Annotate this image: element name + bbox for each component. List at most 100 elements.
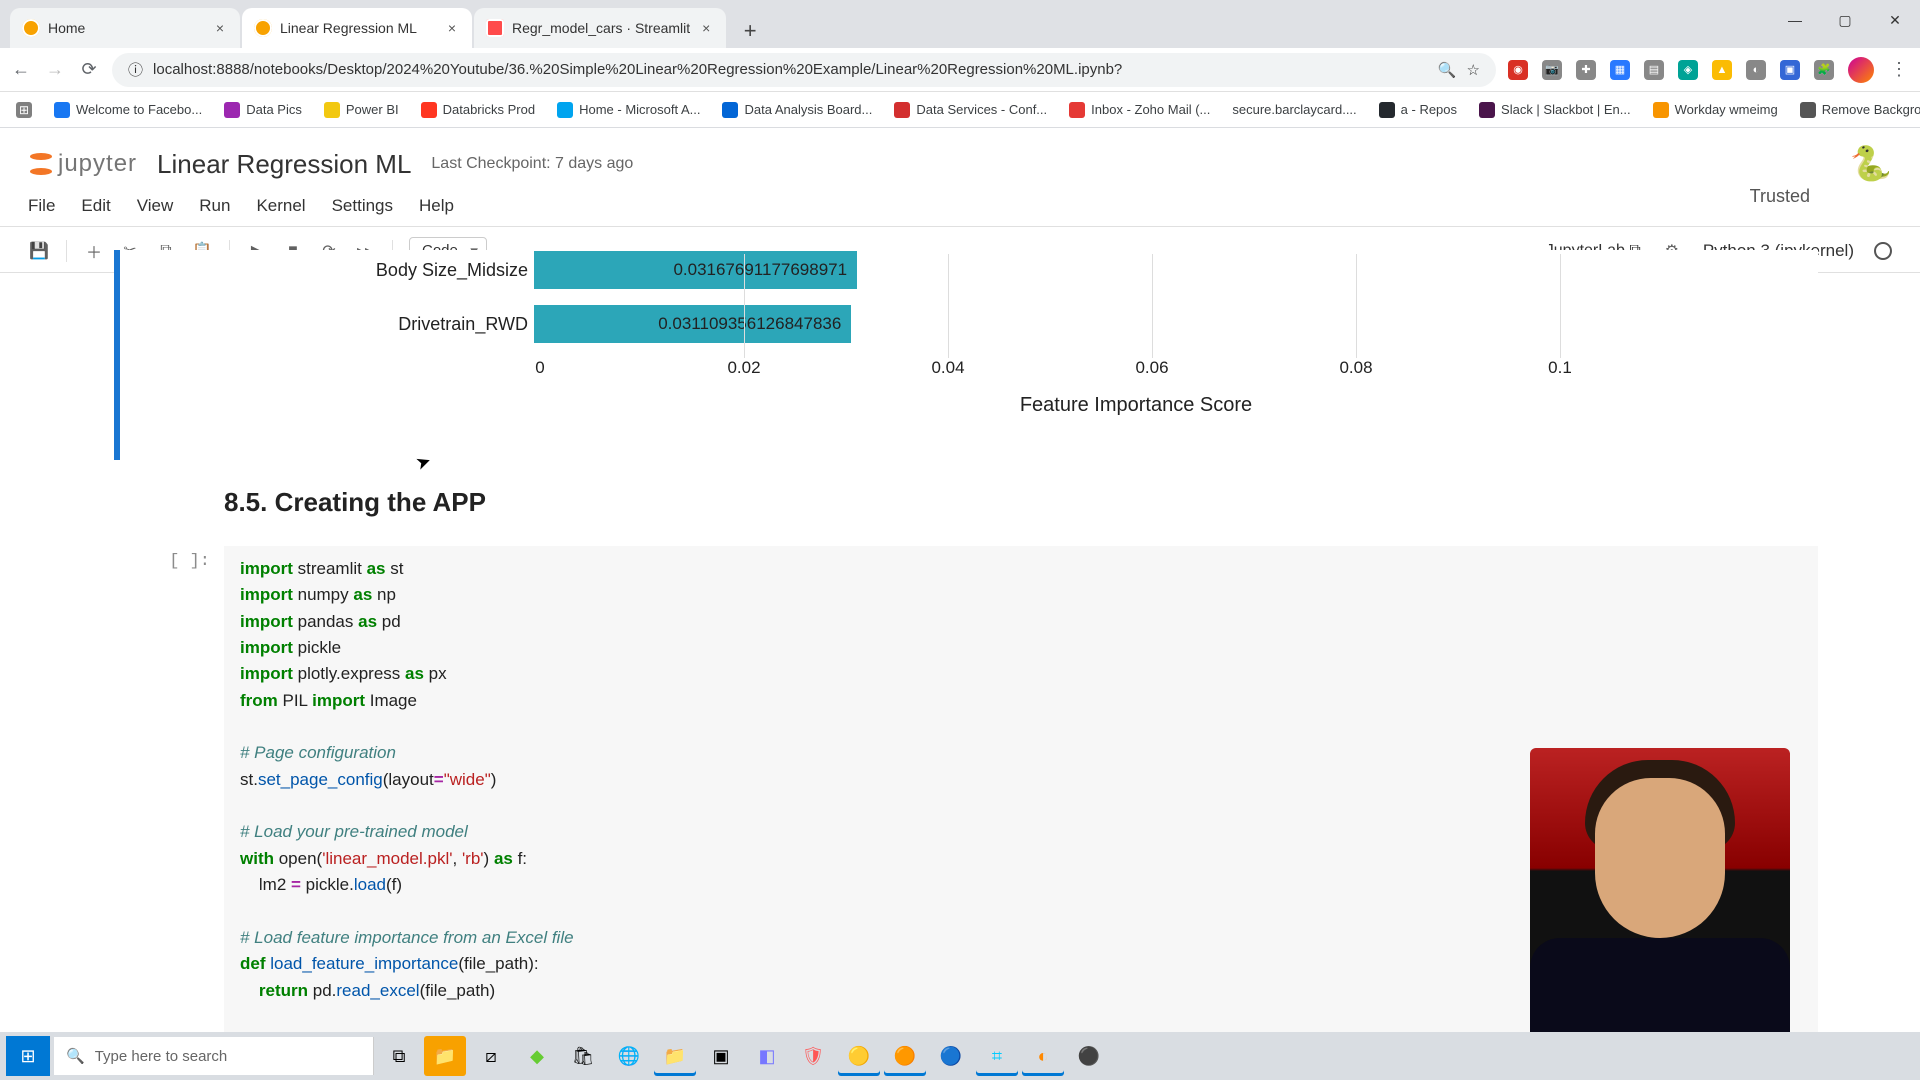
taskbar-app[interactable]: 🌐 <box>608 1036 650 1076</box>
ext-icon[interactable]: ▣ <box>1780 60 1800 80</box>
bookmark-item[interactable]: Power BI <box>318 98 405 122</box>
jupyter-orb-icon <box>28 151 54 177</box>
save-icon[interactable]: 💾 <box>28 240 50 262</box>
taskbar-app[interactable]: 🛡 <box>792 1036 834 1076</box>
kebab-menu-icon[interactable]: ⋮ <box>1888 59 1910 80</box>
checkpoint-label: Last Checkpoint: 7 days ago <box>431 155 633 173</box>
add-cell-icon[interactable]: ＋ <box>83 240 105 262</box>
extension-icons: ◉ 📷 ✚ ▦ ▤ ◈ ▲ ◐ ▣ 🧩 ⋮ <box>1508 57 1910 83</box>
bookmark-item[interactable]: Home - Microsoft A... <box>551 98 706 122</box>
minimize-button[interactable]: — <box>1770 0 1820 40</box>
python-logo-icon: 🐍 <box>1850 144 1892 184</box>
ext-icon[interactable]: ▦ <box>1610 60 1630 80</box>
kernel-status-icon[interactable] <box>1874 242 1892 260</box>
chart-bar-midsize: Body Size_Midsize 0.03167691177698971 <box>154 250 1818 290</box>
bookmark-item[interactable]: Welcome to Facebo... <box>48 98 208 122</box>
ext-icon[interactable]: ✚ <box>1576 60 1596 80</box>
ext-icon[interactable]: ▲ <box>1712 60 1732 80</box>
search-icon: 🔍 <box>66 1047 85 1065</box>
profile-avatar[interactable] <box>1848 57 1874 83</box>
windows-taskbar: ⊞ 🔍 Type here to search ⧉ 📁 ⧄ ◆ 🛍 🌐 📁 ▣ … <box>0 1032 1920 1080</box>
star-icon[interactable]: ☆ <box>1467 61 1480 79</box>
address-bar: ← → ⟳ ⓘ localhost:8888/notebooks/Desktop… <box>0 48 1920 92</box>
close-tab-icon[interactable]: × <box>444 20 460 36</box>
window-controls: — ▢ ✕ <box>1770 0 1920 40</box>
bar-rect: 0.03167691177698971 <box>534 251 857 289</box>
bookmark-item[interactable]: Data Pics <box>218 98 308 122</box>
menu-settings[interactable]: Settings <box>332 196 393 216</box>
maximize-button[interactable]: ▢ <box>1820 0 1870 40</box>
notebook-title[interactable]: Linear Regression ML <box>157 149 411 180</box>
file-explorer-icon[interactable]: 📁 <box>654 1036 696 1076</box>
taskbar-app[interactable]: 🛍 <box>562 1036 604 1076</box>
menu-help[interactable]: Help <box>419 196 454 216</box>
chrome-icon[interactable]: 🟡 <box>838 1036 880 1076</box>
bookmark-item[interactable]: secure.barclaycard.... <box>1226 98 1362 121</box>
back-icon[interactable]: ← <box>10 59 32 80</box>
menubar: File Edit View Run Kernel Settings Help <box>0 188 1920 224</box>
zoom-icon[interactable]: 🔍 <box>1438 61 1457 79</box>
taskbar-app[interactable]: ▣ <box>700 1036 742 1076</box>
bookmark-item[interactable]: Inbox - Zoho Mail (... <box>1063 98 1216 122</box>
bookmark-item[interactable]: Workday wmeimg <box>1647 98 1784 122</box>
ext-icon[interactable]: ◈ <box>1678 60 1698 80</box>
bar-value: 0.031109356126847836 <box>658 314 841 334</box>
reload-icon[interactable]: ⟳ <box>78 59 100 80</box>
bookmark-item[interactable]: Databricks Prod <box>415 98 541 122</box>
axis-tick: 0.08 <box>1339 358 1372 378</box>
new-tab-button[interactable]: + <box>734 16 766 48</box>
markdown-heading-cell[interactable]: 8.5. Creating the APP <box>224 487 1818 518</box>
vscode-icon[interactable]: ⌗ <box>976 1036 1018 1076</box>
bar-label: Body Size_Midsize <box>154 260 534 281</box>
active-cell-indicator <box>114 250 120 460</box>
close-tab-icon[interactable]: × <box>212 20 228 36</box>
task-view-icon[interactable]: ⧉ <box>378 1036 420 1076</box>
menu-edit[interactable]: Edit <box>81 196 110 216</box>
url-box[interactable]: ⓘ localhost:8888/notebooks/Desktop/2024%… <box>112 53 1496 87</box>
start-button[interactable]: ⊞ <box>6 1036 50 1076</box>
tab-label: Linear Regression ML <box>280 20 436 36</box>
ext-icon[interactable]: ◐ <box>1746 60 1766 80</box>
browser-tab-home[interactable]: Home × <box>10 8 240 48</box>
bar-value: 0.03167691177698971 <box>673 260 847 280</box>
taskbar-search[interactable]: 🔍 Type here to search <box>54 1037 374 1075</box>
forward-icon[interactable]: → <box>44 59 66 80</box>
menu-kernel[interactable]: Kernel <box>256 196 305 216</box>
bookmark-item[interactable]: Remove Backgroun... <box>1794 98 1920 122</box>
menu-view[interactable]: View <box>137 196 174 216</box>
jupyter-logo[interactable]: jupyter <box>28 150 137 178</box>
url-text: localhost:8888/notebooks/Desktop/2024%20… <box>153 61 1428 78</box>
close-window-button[interactable]: ✕ <box>1870 0 1920 40</box>
taskbar-app[interactable]: ⚫ <box>1068 1036 1110 1076</box>
ext-icon[interactable]: ◉ <box>1508 60 1528 80</box>
browser-tab-notebook[interactable]: Linear Regression ML × <box>242 8 472 48</box>
taskbar-app[interactable]: 🔵 <box>930 1036 972 1076</box>
taskbar-app[interactable]: ◧ <box>746 1036 788 1076</box>
bookmark-item[interactable]: Data Analysis Board... <box>716 98 878 122</box>
menu-run[interactable]: Run <box>199 196 230 216</box>
site-info-icon[interactable]: ⓘ <box>128 59 143 80</box>
browser-tab-strip: Home × Linear Regression ML × Regr_model… <box>0 0 1920 48</box>
bookmark-item[interactable]: a - Repos <box>1373 98 1463 122</box>
bookmark-item[interactable]: Data Services - Conf... <box>888 98 1053 122</box>
apps-button[interactable]: ⊞ <box>10 98 38 122</box>
x-axis: 00.020.040.060.080.1 <box>540 358 1818 388</box>
taskbar-app[interactable]: 🟠 <box>884 1036 926 1076</box>
menu-file[interactable]: File <box>28 196 55 216</box>
taskbar-app[interactable]: ◆ <box>516 1036 558 1076</box>
extensions-puzzle-icon[interactable]: 🧩 <box>1814 60 1834 80</box>
axis-title: Feature Importance Score <box>454 394 1818 417</box>
taskbar-app[interactable]: 📁 <box>424 1036 466 1076</box>
bookmark-item[interactable]: Slack | Slackbot | En... <box>1473 98 1637 122</box>
ext-icon[interactable]: ▤ <box>1644 60 1664 80</box>
axis-tick: 0.1 <box>1548 358 1572 378</box>
taskbar-app[interactable]: ◐ <box>1022 1036 1064 1076</box>
jupyter-favicon <box>254 19 272 37</box>
ext-icon[interactable]: 📷 <box>1542 60 1562 80</box>
browser-tab-streamlit[interactable]: Regr_model_cars · Streamlit × <box>474 8 726 48</box>
taskbar-app[interactable]: ⧄ <box>470 1036 512 1076</box>
bar-label: Drivetrain_RWD <box>154 314 534 335</box>
trusted-status[interactable]: Trusted <box>1750 186 1810 207</box>
axis-tick: 0.06 <box>1135 358 1168 378</box>
close-tab-icon[interactable]: × <box>698 20 714 36</box>
